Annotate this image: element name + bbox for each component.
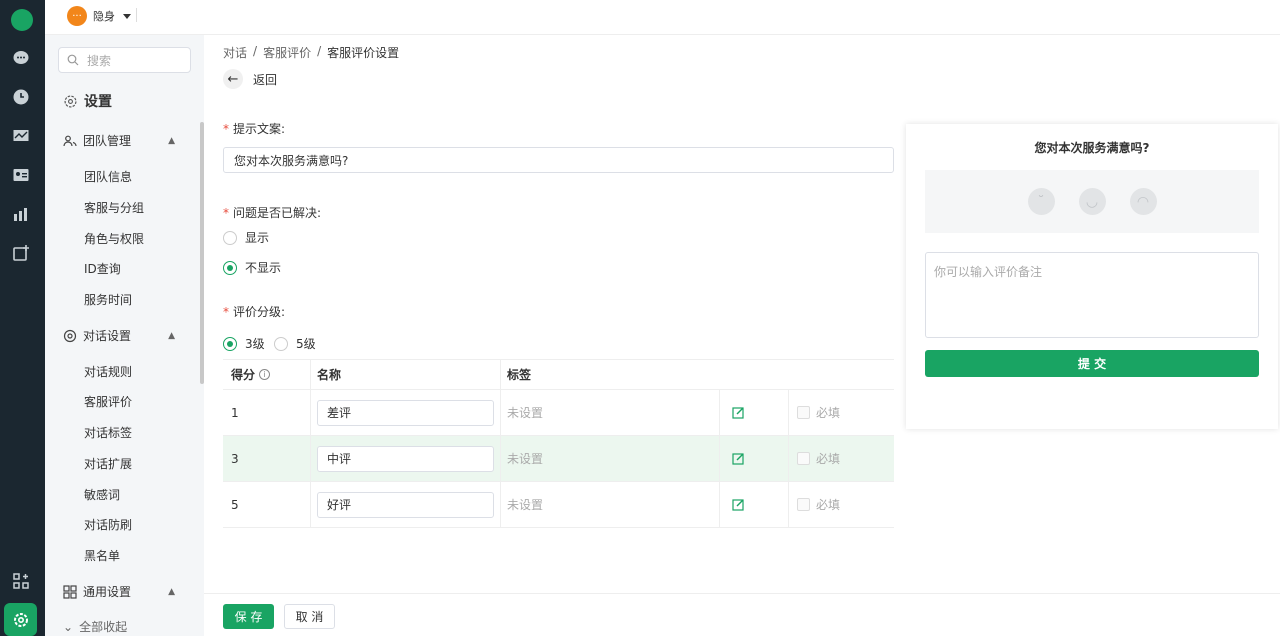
table-row: 5 好评 未设置 必填 (223, 482, 894, 528)
contact-card-icon[interactable] (11, 165, 31, 185)
back-button[interactable]: ← 返回 (223, 69, 277, 89)
table-row: 3 中评 未设置 必填 (223, 436, 894, 482)
radio-circle (223, 230, 237, 245)
group-team-management[interactable]: 团队管理 ▲ (63, 132, 175, 149)
sidebar-item-team-info[interactable]: 团队信息 (84, 168, 132, 185)
preview-submit-button[interactable]: 提 交 (925, 350, 1259, 377)
radio-circle-checked (223, 260, 237, 275)
sidebar-title: 设置 (63, 91, 112, 111)
evaluation-preview: 您对本次服务满意吗? ˘ ◡ ◠ 你可以输入评价备注 提 交 (906, 124, 1278, 429)
status-label: 隐身 (93, 10, 115, 23)
radio-hide[interactable]: 不显示 (223, 259, 281, 276)
collapse-icon: ⌄ (63, 619, 74, 634)
gear-icon (64, 95, 77, 107)
sidebar-item-anti-spam[interactable]: 对话防刷 (84, 516, 132, 533)
save-button[interactable]: 保 存 (223, 604, 274, 629)
preview-remark-textarea[interactable]: 你可以输入评价备注 (925, 252, 1259, 338)
app-rail (0, 0, 45, 636)
chat-bubble-icon: ··· (67, 6, 87, 26)
tag-cell: 未设置 (501, 482, 720, 527)
edit-icon[interactable] (732, 406, 745, 419)
sidebar-item-blacklist[interactable]: 黑名单 (84, 547, 120, 564)
breadcrumb-item[interactable]: 对话 (223, 44, 247, 61)
chevron-up-icon: ▲ (168, 330, 175, 341)
radio-level-5[interactable]: 5级 (274, 335, 316, 352)
group-general-settings[interactable]: 通用设置 ▲ (63, 583, 175, 600)
tag-cell: 未设置 (501, 436, 720, 481)
cancel-button[interactable]: 取 消 (284, 604, 335, 629)
search-icon (67, 54, 79, 66)
sidebar-item-tags[interactable]: 对话标签 (84, 424, 132, 441)
sidebar-item-sensitive-words[interactable]: 敏感词 (84, 486, 120, 503)
neutral-face-icon[interactable]: ◡ (1078, 188, 1106, 215)
radio-circle (274, 336, 288, 351)
required-checkbox[interactable] (797, 406, 810, 419)
radio-circle-checked (223, 336, 237, 351)
required-checkbox[interactable] (797, 452, 810, 465)
sidebar-item-rules[interactable]: 对话规则 (84, 363, 132, 380)
caret-down-icon (123, 13, 131, 19)
group-conversation-settings[interactable]: 对话设置 ▲ (63, 327, 175, 344)
conversation-settings-icon (63, 329, 77, 342)
info-icon[interactable]: i (259, 369, 271, 380)
sad-face-icon[interactable]: ˘ (1027, 188, 1055, 215)
search-placeholder: 搜索 (87, 53, 112, 68)
monitor-icon[interactable] (11, 126, 31, 146)
table-row: 1 差评 未设置 必填 (223, 390, 894, 436)
prompt-input[interactable]: 您对本次服务满意吗? (223, 147, 894, 173)
rating-faces: ˘ ◡ ◠ (925, 170, 1259, 233)
sidebar-item-agents-groups[interactable]: 客服与分组 (84, 199, 144, 216)
sidebar-item-id-lookup[interactable]: ID查询 (84, 260, 121, 277)
chat-icon[interactable] (11, 48, 31, 68)
team-icon (63, 135, 77, 146)
divider (136, 8, 137, 22)
radio-show[interactable]: 显示 (223, 229, 269, 246)
levels-label: * 评价分级: (223, 305, 286, 319)
edit-icon[interactable] (732, 498, 745, 511)
name-input[interactable]: 差评 (317, 399, 494, 426)
statistics-icon[interactable] (11, 204, 31, 224)
form-footer: 保 存 取 消 (204, 593, 1280, 636)
top-bar: ··· 隐身 (45, 0, 1280, 35)
preview-question: 您对本次服务满意吗? (1034, 141, 1150, 155)
search-input[interactable]: 搜索 (58, 47, 191, 73)
collapse-all-button[interactable]: ⌄ 全部收起 (63, 618, 127, 635)
app-logo (11, 9, 33, 31)
resolved-label: * 问题是否已解决: (223, 206, 322, 220)
table-header: 得分 i 名称 标签 (223, 360, 894, 390)
settings-rail-button[interactable] (4, 603, 37, 636)
radio-level-3[interactable]: 3级 (223, 335, 265, 352)
sidebar-item-roles[interactable]: 角色与权限 (84, 230, 144, 247)
edit-icon[interactable] (732, 452, 745, 465)
settings-sidebar: 搜索 设置 团队管理 ▲ 团队信息 客服与分组 角色与权限 ID查询 服务时间 … (45, 35, 204, 636)
chevron-up-icon: ▲ (168, 586, 175, 597)
history-icon[interactable] (11, 87, 31, 107)
arrow-left-icon: ← (223, 69, 243, 89)
happy-face-icon[interactable]: ◠ (1129, 188, 1157, 215)
apps-icon[interactable] (11, 571, 31, 591)
prompt-label: * 提示文案: (223, 122, 286, 136)
name-input[interactable]: 好评 (317, 491, 494, 518)
gear-icon (13, 612, 28, 627)
rating-table: 得分 i 名称 标签 1 差评 未设置 必填 3 中评 未设置 必填 5 好评 未… (223, 359, 894, 528)
sidebar-item-service-hours[interactable]: 服务时间 (84, 291, 132, 308)
breadcrumb-current: 客服评价设置 (327, 46, 400, 60)
status-selector[interactable]: ··· 隐身 (67, 6, 131, 26)
breadcrumb-separator: / (317, 44, 322, 58)
breadcrumb: 对话 / 客服评价 / 客服评价设置 (223, 44, 399, 61)
tag-cell: 未设置 (501, 390, 720, 435)
breadcrumb-separator: / (253, 44, 258, 58)
grid-icon (63, 584, 77, 599)
ticket-add-icon[interactable] (11, 243, 31, 263)
chevron-up-icon: ▲ (168, 135, 175, 146)
sidebar-item-evaluation[interactable]: 客服评价 (84, 393, 132, 410)
breadcrumb-item[interactable]: 客服评价 (263, 44, 311, 61)
required-checkbox[interactable] (797, 498, 810, 511)
name-input[interactable]: 中评 (317, 445, 494, 472)
sidebar-item-extension[interactable]: 对话扩展 (84, 455, 132, 472)
